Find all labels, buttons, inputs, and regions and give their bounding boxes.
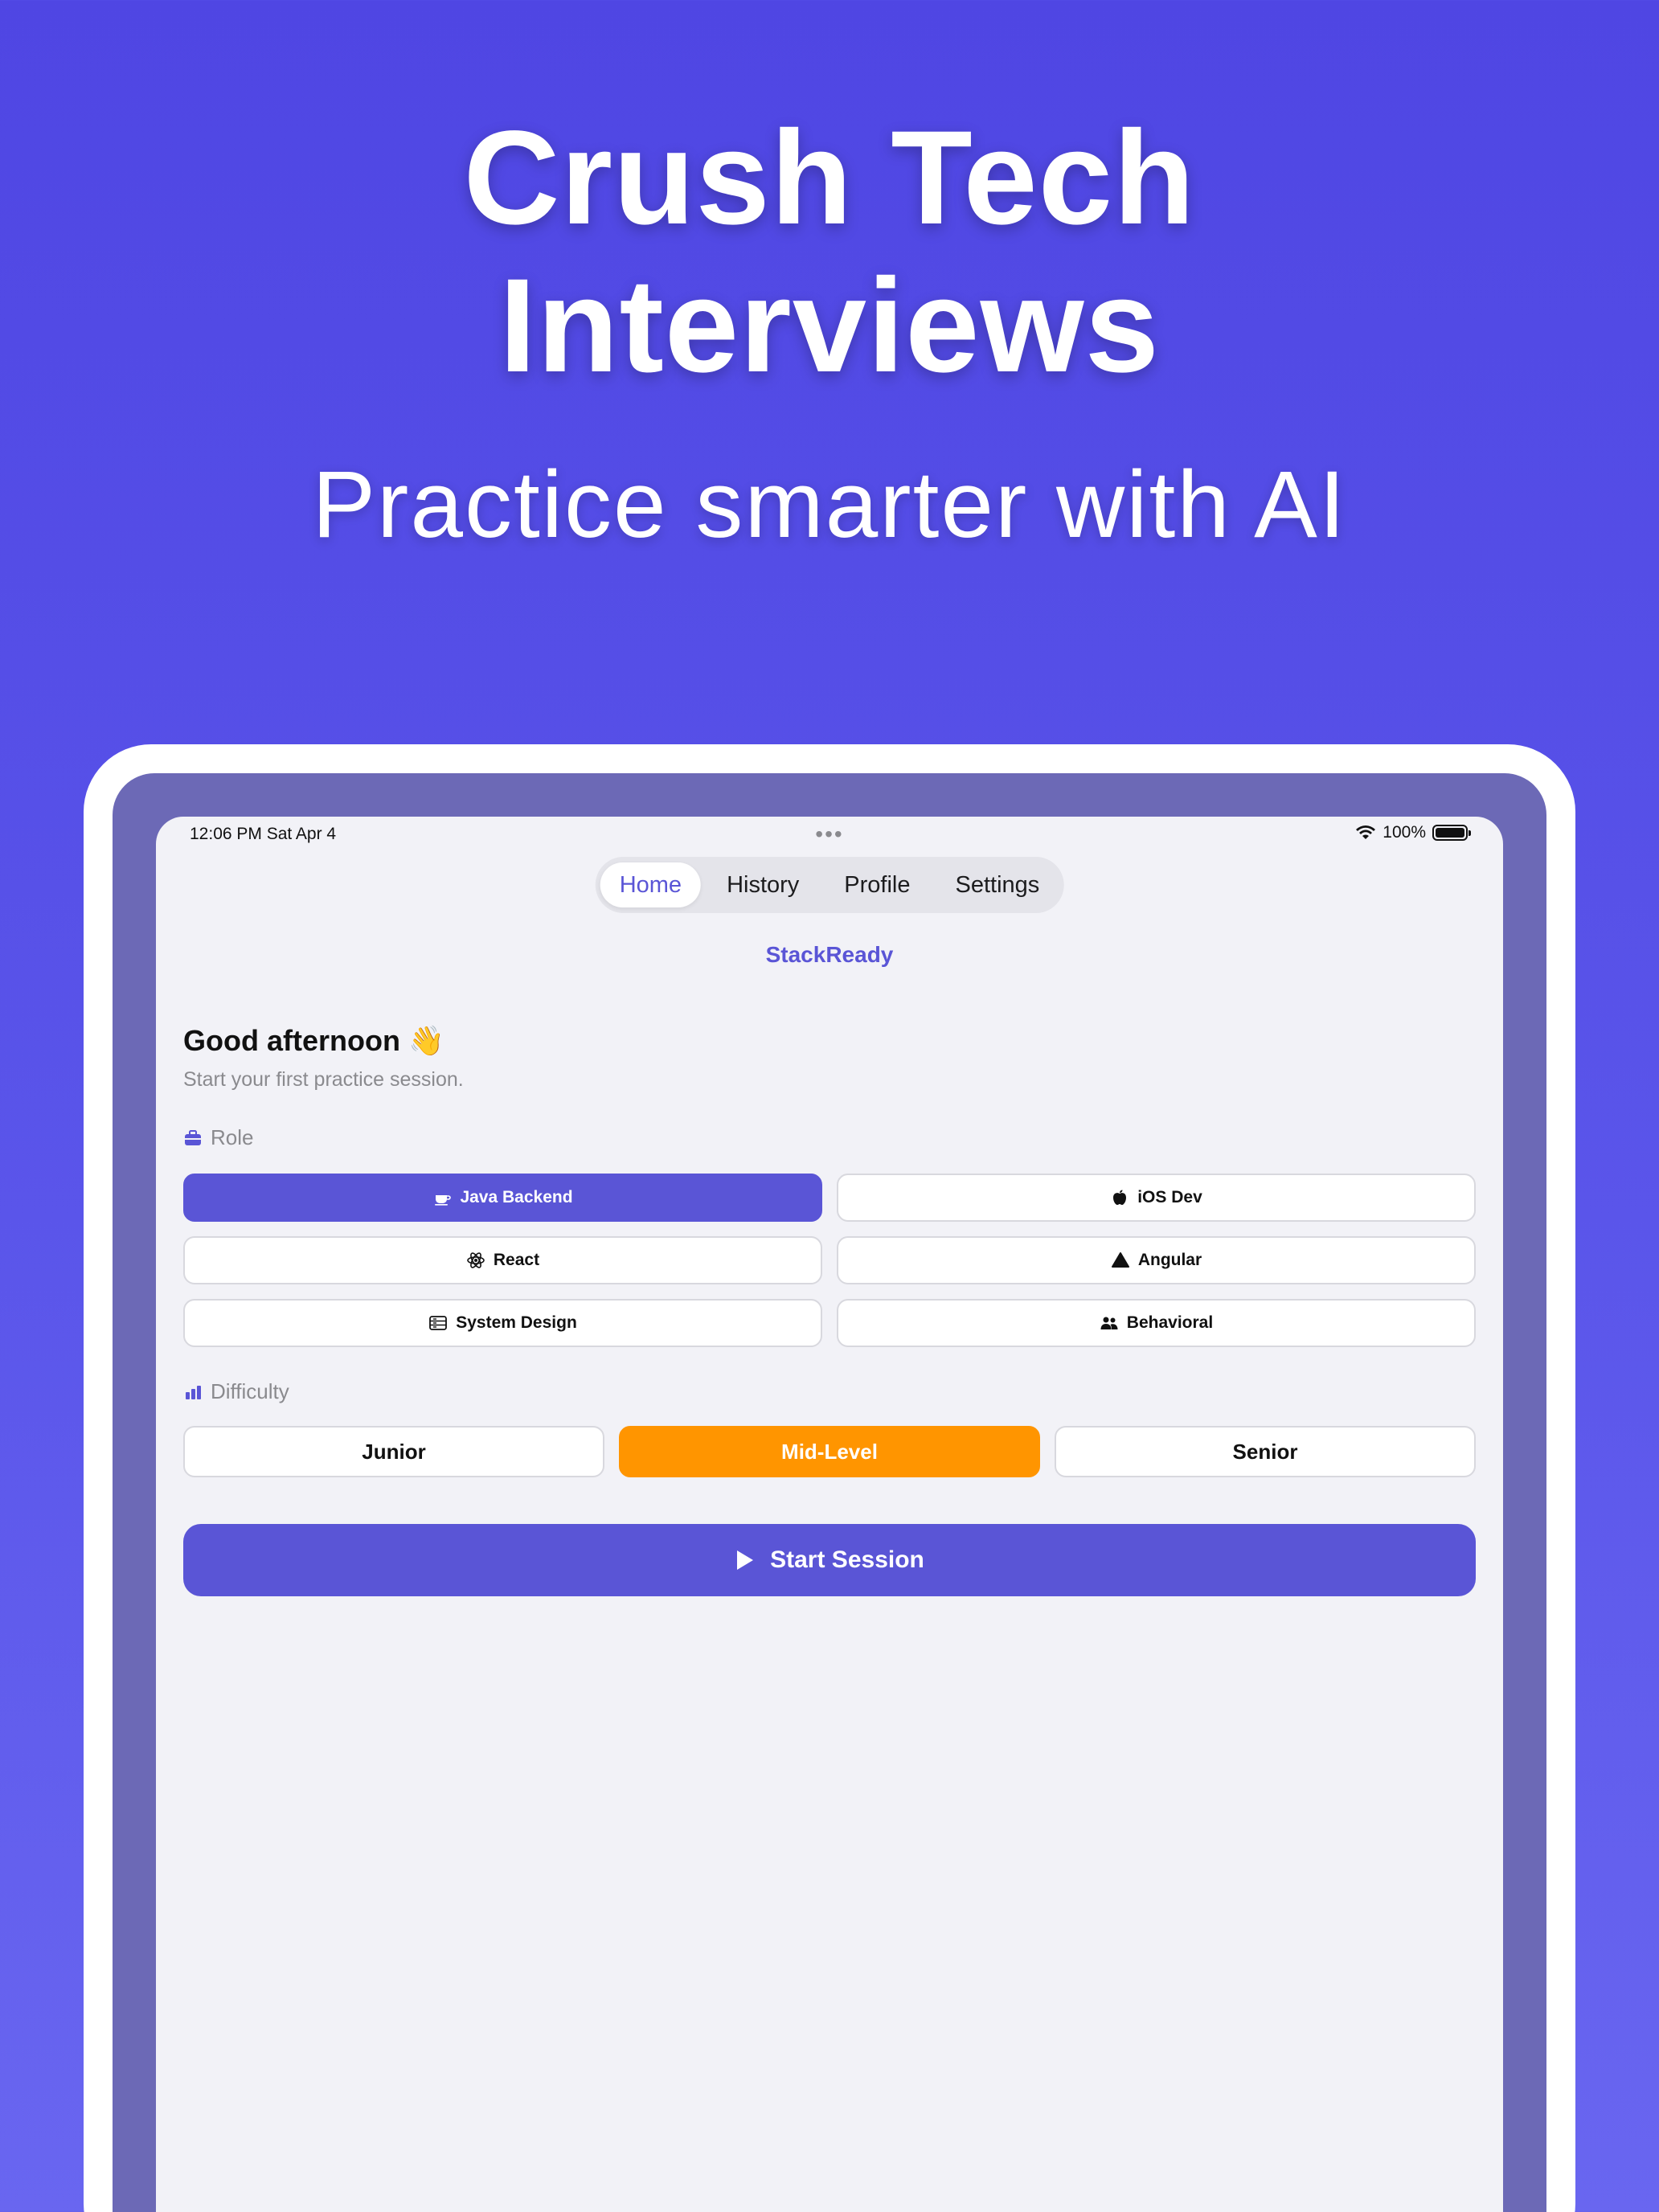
hero-subtitle: Practice smarter with AI	[312, 452, 1347, 558]
difficulty-senior-button[interactable]: Senior	[1055, 1426, 1476, 1477]
apple-icon	[1113, 1190, 1127, 1205]
people-icon	[1100, 1317, 1118, 1329]
app-name: StackReady	[765, 942, 894, 967]
role-label-system-design: System Design	[456, 1313, 577, 1332]
tab-home[interactable]: Home	[600, 862, 702, 907]
difficulty-mid-level-button[interactable]: Mid-Level	[619, 1426, 1040, 1477]
bar-chart-icon	[186, 1385, 201, 1399]
hero-title: Crush Tech Interviews	[0, 104, 1659, 400]
server-icon	[429, 1316, 448, 1330]
tablet-bezel: 12:06 PM Sat Apr 4 ••• 100% Home History…	[113, 773, 1546, 2212]
tablet-frame: 12:06 PM Sat Apr 4 ••• 100% Home History…	[84, 744, 1575, 2212]
difficulty-label: Difficulty	[211, 1379, 289, 1403]
briefcase-icon	[185, 1129, 201, 1145]
status-right: 100%	[1355, 823, 1471, 842]
tab-settings[interactable]: Settings	[936, 862, 1059, 907]
role-behavioral-button[interactable]: Behavioral	[837, 1299, 1476, 1347]
role-system-design-button[interactable]: System Design	[183, 1299, 822, 1347]
role-options: Java Backend iOS Dev React Angular Syste…	[183, 1174, 1476, 1347]
battery-percent: 100%	[1382, 823, 1426, 842]
tab-history[interactable]: History	[707, 862, 818, 907]
greeting-title: Good afternoon 👋	[183, 1024, 444, 1057]
tab-bar: Home History Profile Settings	[595, 857, 1064, 913]
app-screen: 12:06 PM Sat Apr 4 ••• 100% Home History…	[156, 817, 1503, 2212]
difficulty-options: Junior Mid-Level Senior	[183, 1426, 1476, 1477]
role-angular-button[interactable]: Angular	[837, 1236, 1476, 1284]
role-label-ios-dev: iOS Dev	[1137, 1188, 1202, 1206]
battery-icon	[1432, 825, 1471, 841]
role-react-button[interactable]: React	[183, 1236, 822, 1284]
role-label: Role	[211, 1125, 254, 1149]
atom-icon	[467, 1252, 485, 1268]
difficulty-section-label: Difficulty	[183, 1379, 289, 1404]
role-label-java-backend: Java Backend	[460, 1188, 573, 1206]
role-ios-dev-button[interactable]: iOS Dev	[837, 1174, 1476, 1222]
greeting-subtitle: Start your first practice session.	[183, 1068, 464, 1091]
multitasking-dots-icon[interactable]: •••	[815, 821, 843, 847]
role-label-react: React	[493, 1251, 540, 1269]
status-time: 12:06 PM Sat Apr 4	[190, 825, 337, 843]
start-session-button[interactable]: Start Session	[183, 1524, 1476, 1596]
tab-profile[interactable]: Profile	[825, 862, 929, 907]
hero-title-line-2: Interviews	[499, 252, 1160, 400]
cup-icon	[435, 1195, 452, 1206]
triangle-icon	[1111, 1252, 1129, 1268]
status-bar: 12:06 PM Sat Apr 4 ••• 100%	[156, 817, 1503, 852]
role-label-behavioral: Behavioral	[1126, 1313, 1214, 1332]
start-session-label: Start Session	[770, 1546, 924, 1573]
hero-title-line-1: Crush Tech	[463, 104, 1196, 252]
play-icon	[737, 1550, 754, 1570]
role-label-angular: Angular	[1137, 1251, 1202, 1269]
difficulty-junior-button[interactable]: Junior	[183, 1426, 604, 1477]
wifi-icon	[1356, 825, 1376, 839]
role-section-label: Role	[183, 1125, 253, 1150]
role-java-backend-button[interactable]: Java Backend	[183, 1174, 822, 1222]
